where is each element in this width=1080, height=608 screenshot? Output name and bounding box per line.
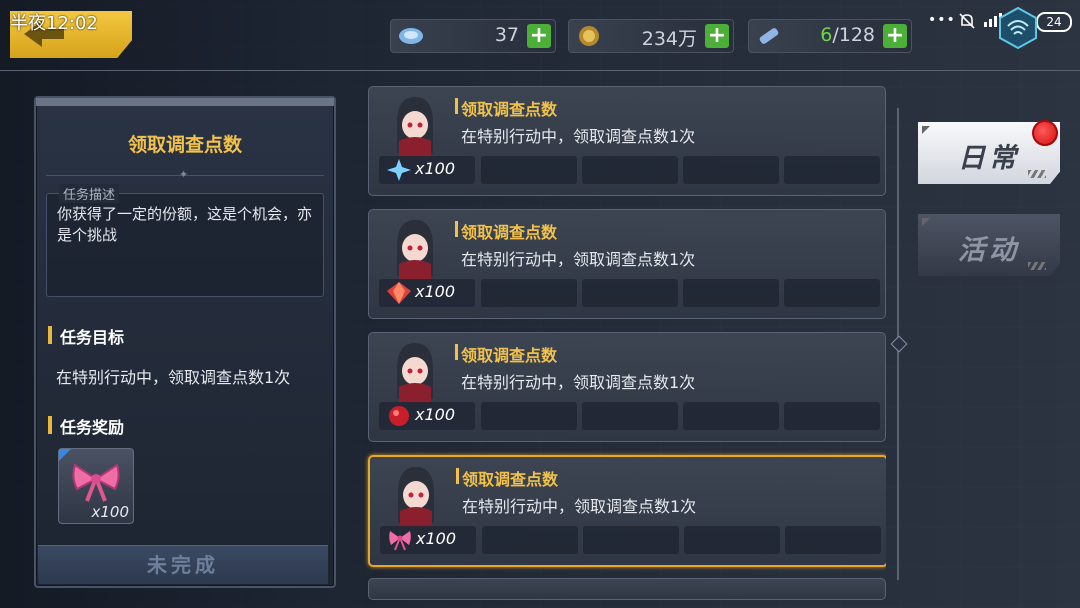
mission-card[interactable]: 领取调查点数 在特别行动中，领取调查点数1次 x100 bbox=[368, 209, 886, 319]
mission-title: 领取调查点数 bbox=[454, 96, 557, 120]
mission-title: 领取调查点数 bbox=[454, 219, 557, 243]
add-crystal-button[interactable]: + bbox=[527, 24, 551, 48]
tab-event-label: 活动 bbox=[958, 235, 1020, 266]
mute-bell-icon bbox=[959, 13, 975, 29]
mission-detail-panel: 领取调查点数 ✦ 任务描述 你获得了一定的份额，这是个机会，亦是个挑战 任务目标… bbox=[34, 96, 336, 588]
ruby-icon bbox=[389, 406, 409, 426]
empty-reward-slot bbox=[784, 402, 880, 430]
empty-reward-slot bbox=[683, 279, 779, 307]
incomplete-status-button[interactable]: 未完成 bbox=[38, 545, 328, 584]
add-energy-button[interactable]: + bbox=[883, 24, 907, 48]
reward-slot[interactable]: x100 bbox=[58, 448, 134, 524]
mission-card[interactable]: 领取调查点数 在特别行动中，领取调查点数1次 x100 bbox=[368, 332, 886, 442]
mission-card[interactable]: 领取调查点数 在特别行动中，领取调查点数1次 x100 bbox=[368, 86, 886, 196]
reward-heading: 任务奖励 bbox=[48, 414, 124, 438]
top-bar: 半夜12:02 37 + 234万 + 6/128 + ••• 24 bbox=[0, 0, 1080, 68]
character-portrait-icon bbox=[398, 467, 434, 527]
empty-reward-slot bbox=[683, 402, 779, 430]
empty-reward-slot bbox=[784, 279, 880, 307]
blue-crystal-icon bbox=[387, 159, 411, 181]
reward-row: x100 bbox=[379, 279, 880, 309]
reward-row: x100 bbox=[379, 402, 880, 432]
energy-count: 6/128 bbox=[820, 24, 875, 46]
detail-title: 领取调查点数 bbox=[127, 134, 242, 156]
reward-item[interactable]: x100 bbox=[379, 279, 475, 307]
character-portrait-icon bbox=[397, 220, 433, 280]
battery-indicator: 24 bbox=[1036, 12, 1072, 32]
description-text: 你获得了一定的份额，这是个机会，亦是个挑战 bbox=[57, 205, 313, 244]
system-status: ••• 24 bbox=[912, 8, 1072, 48]
tab-daily-label: 日常 bbox=[958, 143, 1020, 174]
red-gem-icon bbox=[387, 282, 411, 304]
tab-event[interactable]: 活动 bbox=[918, 214, 1060, 276]
mission-list: 领取调查点数 在特别行动中，领取调查点数1次 x100 领取调查点数 在特别行动… bbox=[364, 84, 886, 608]
top-divider bbox=[0, 70, 1080, 71]
tab-notch bbox=[922, 126, 930, 134]
empty-reward-slot bbox=[481, 402, 577, 430]
bow-icon bbox=[389, 531, 411, 551]
empty-reward-slot bbox=[582, 156, 678, 184]
more-dots: ••• bbox=[928, 12, 956, 28]
mission-description: 在特别行动中，领取调查点数1次 bbox=[462, 497, 697, 516]
reward-row: x100 bbox=[379, 156, 880, 186]
reward-quantity: x100 bbox=[416, 529, 457, 548]
reward-row: x100 bbox=[380, 526, 881, 556]
empty-reward-slot bbox=[481, 156, 577, 184]
empty-reward-slot bbox=[583, 526, 679, 554]
empty-reward-slot bbox=[684, 526, 780, 554]
panel-cap bbox=[36, 98, 334, 106]
coin-icon bbox=[579, 26, 599, 46]
reward-item[interactable]: x100 bbox=[380, 526, 476, 554]
empty-reward-slot bbox=[785, 526, 881, 554]
add-coin-button[interactable]: + bbox=[705, 24, 729, 48]
notification-dot bbox=[1032, 120, 1058, 146]
coin-count: 234万 bbox=[641, 28, 697, 50]
mission-description: 在特别行动中，领取调查点数1次 bbox=[461, 373, 696, 392]
resource-coin: 234万 + bbox=[568, 19, 734, 53]
mission-description: 在特别行动中，领取调查点数1次 bbox=[461, 250, 696, 269]
reward-quantity: x100 bbox=[415, 159, 456, 178]
reward-quantity: x100 bbox=[91, 503, 129, 521]
mission-title: 领取调查点数 bbox=[454, 342, 557, 366]
description-label: 任务描述 bbox=[59, 184, 120, 203]
battery-item-icon bbox=[759, 28, 779, 44]
description-box: 任务描述 你获得了一定的份额，这是个机会，亦是个挑战 bbox=[46, 184, 324, 297]
tab-stripes bbox=[1028, 262, 1046, 270]
crystal-icon bbox=[399, 28, 423, 44]
empty-reward-slot bbox=[582, 279, 678, 307]
goal-text: 在特别行动中，领取调查点数1次 bbox=[56, 368, 291, 387]
empty-reward-slot bbox=[582, 402, 678, 430]
reward-item[interactable]: x100 bbox=[379, 402, 475, 430]
reward-quantity: x100 bbox=[415, 405, 456, 424]
bow-icon bbox=[72, 463, 120, 502]
mission-card-partial[interactable] bbox=[368, 578, 886, 600]
empty-reward-slot bbox=[784, 156, 880, 184]
mission-description: 在特别行动中，领取调查点数1次 bbox=[461, 127, 696, 146]
empty-reward-slot bbox=[482, 526, 578, 554]
reward-quantity: x100 bbox=[415, 282, 456, 301]
goal-heading: 任务目标 bbox=[48, 324, 124, 348]
crystal-count: 37 bbox=[494, 24, 519, 46]
tab-stripes bbox=[1028, 170, 1046, 178]
resource-energy: 6/128 + bbox=[748, 19, 912, 53]
character-portrait-icon bbox=[397, 343, 433, 403]
mission-card-selected[interactable]: 领取调查点数 在特别行动中，领取调查点数1次 x100 bbox=[368, 455, 886, 567]
mission-title: 领取调查点数 bbox=[455, 466, 558, 490]
wifi-hex-icon[interactable] bbox=[996, 6, 1040, 50]
tab-notch bbox=[922, 218, 930, 226]
resource-crystal: 37 + bbox=[390, 19, 556, 53]
clock: 半夜12:02 bbox=[10, 13, 98, 34]
reward-item[interactable]: x100 bbox=[379, 156, 475, 184]
character-portrait-icon bbox=[397, 97, 433, 157]
empty-reward-slot bbox=[481, 279, 577, 307]
divider-star-icon: ✦ bbox=[179, 168, 189, 181]
empty-reward-slot bbox=[683, 156, 779, 184]
